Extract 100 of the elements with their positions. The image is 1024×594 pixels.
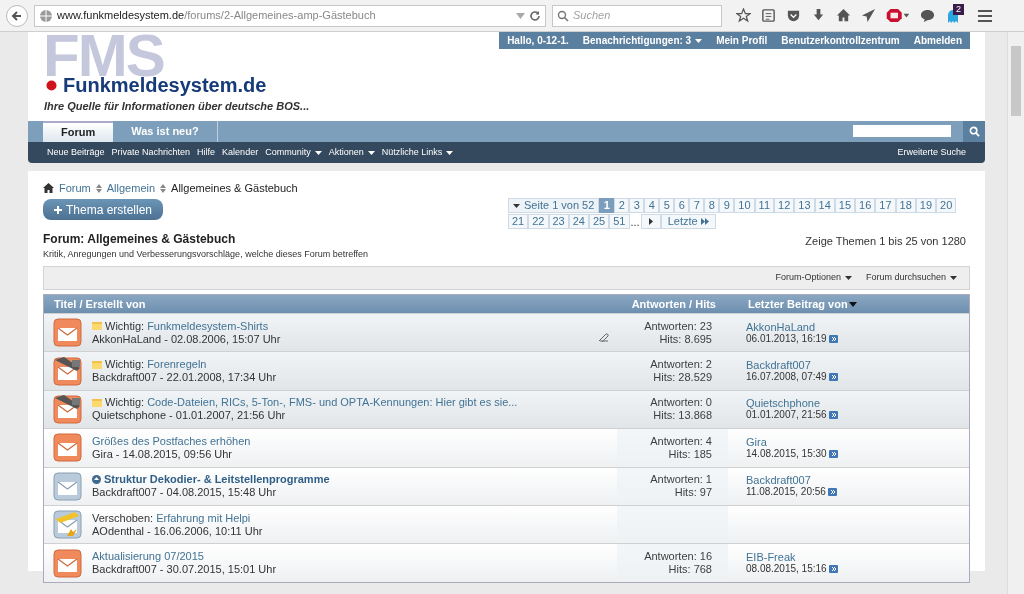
- page-link[interactable]: 25: [589, 214, 610, 229]
- page-jump-dropdown[interactable]: Seite 1 von 52: [508, 198, 600, 213]
- breadcrumb-link[interactable]: Allgemeines & Gästebuch: [171, 179, 298, 197]
- user-nav-link[interactable]: Benachrichtigungen: 3: [582, 33, 703, 48]
- last-page-link[interactable]: Letzte: [660, 214, 716, 229]
- breadcrumb-link[interactable]: Forum: [59, 179, 91, 197]
- thread-row[interactable]: Wichtig: Code-Dateien, RICs, 5-Ton-, FMS- und OPTA-Kennungen: Hier gibt es sie... Quietschphone - 01.01.2007, 21:56 Uhr Antworten: 0 Hits: 13.868 Quietschphone 01.01.2007, 21:56: [44, 389, 969, 429]
- first-unread-icon[interactable]: [92, 475, 101, 485]
- reply-count: Antworten: 1: [650, 473, 712, 487]
- sub-nav-link[interactable]: Community: [265, 145, 322, 160]
- caret-icon: [695, 38, 703, 43]
- forum-search-field[interactable]: [853, 125, 951, 137]
- menu-icon[interactable]: [977, 8, 993, 23]
- send-icon[interactable]: [861, 8, 876, 23]
- page-link[interactable]: 1: [599, 198, 615, 213]
- thread-title[interactable]: Code-Dateien, RICs, 5-Ton-, FMS- und OPTA-Kennungen: Hier gibt es sie...: [147, 396, 518, 410]
- thread-row[interactable]: Wichtig: Funkmeldesystem-Shirts AkkonHaLand - 02.08.2006, 15:07 Uhr Antworten: 23 Hits: 8.695 AkkonHaLand 06.01.2013, 16:19: [44, 313, 969, 352]
- nav-tab[interactable]: Forum: [43, 121, 114, 142]
- page-link[interactable]: 13: [794, 198, 815, 213]
- next-page-button[interactable]: [640, 214, 661, 229]
- go-to-post-icon[interactable]: [828, 449, 838, 458]
- page-link[interactable]: 16: [855, 198, 876, 213]
- last-poster-link[interactable]: Backdraft007: [746, 474, 837, 487]
- sub-nav-link[interactable]: Neue Beiträge: [47, 145, 105, 160]
- user-nav-link[interactable]: Hallo, 0-12-1.: [507, 33, 569, 48]
- thread-row[interactable]: Wichtig: Forenregeln Backdraft007 - 22.01.2008, 17:34 Uhr Antworten: 2 Hits: 28.529 Backdraft007 16.07.2008, 07:49: [44, 351, 969, 390]
- scrollbar-thumb[interactable]: [1011, 46, 1021, 116]
- home-icon[interactable]: [43, 183, 54, 193]
- search-field[interactable]: Suchen: [552, 4, 722, 27]
- user-nav-link[interactable]: Abmelden: [913, 33, 962, 48]
- last-poster-link[interactable]: Backdraft007: [746, 359, 838, 372]
- page-link[interactable]: 9: [719, 198, 735, 213]
- pocket-icon[interactable]: [786, 8, 801, 23]
- page-link[interactable]: 3: [629, 198, 645, 213]
- page-link[interactable]: 51: [609, 214, 630, 229]
- bullet-icon: [46, 79, 57, 91]
- last-poster-link[interactable]: Quietschphone: [746, 397, 838, 410]
- sub-nav-link[interactable]: Private Nachrichten: [111, 145, 191, 160]
- search-button[interactable]: [963, 121, 985, 142]
- go-to-post-icon[interactable]: [828, 411, 838, 420]
- sub-nav-link[interactable]: Aktionen: [328, 145, 375, 160]
- new-thread-button[interactable]: Thema erstellen: [43, 199, 164, 220]
- search-input[interactable]: Suchen: [573, 7, 717, 24]
- last-poster-link[interactable]: Gira: [746, 435, 838, 448]
- back-button[interactable]: [6, 4, 28, 27]
- column-header[interactable]: Titel / Erstellt von: [44, 295, 619, 313]
- adblock-icon[interactable]: [886, 8, 910, 23]
- thread-row[interactable]: Struktur Dekodier- & Leitstellenprogramme Backdraft007 - 04.08.2015, 15:48 Uhr Antworten: 1 Hits: 97 Backdraft007 11.08.2015, 20:56: [44, 466, 969, 505]
- options-menu[interactable]: Forum durchsuchen: [865, 271, 957, 285]
- reload-icon[interactable]: [529, 9, 541, 22]
- home-icon[interactable]: [836, 8, 851, 23]
- envelope-icon: [53, 547, 83, 579]
- column-header[interactable]: Letzter Beitrag von: [748, 295, 857, 313]
- envelope-icon: [53, 432, 83, 464]
- last-poster-link[interactable]: EIB-Freak: [746, 551, 838, 564]
- page-link[interactable]: 17: [875, 198, 896, 213]
- reading-list-icon[interactable]: [761, 8, 776, 23]
- breadcrumb-link[interactable]: Allgemein: [106, 179, 156, 197]
- thread-title[interactable]: Forenregeln: [147, 358, 207, 372]
- page-link[interactable]: 4: [644, 198, 660, 213]
- caret-icon: [446, 150, 454, 155]
- page-link[interactable]: 5: [659, 198, 675, 213]
- page-link[interactable]: 21: [508, 214, 529, 229]
- sub-nav-link[interactable]: Nützliche Links: [381, 145, 454, 160]
- thread-title[interactable]: Funkmeldesystem-Shirts: [147, 319, 269, 333]
- address-bar[interactable]: www.funkmeldesystem.de/forums/2-Allgemeines-amp-Gästebuch: [34, 4, 546, 27]
- thread-row[interactable]: Aktualisierung 07/2015 Backdraft007 - 30.07.2015, 15:01 Uhr Antworten: 16 Hits: 768 EIB-Freak 08.08.2015, 15:16: [44, 543, 969, 582]
- page-link[interactable]: 20: [936, 198, 957, 213]
- column-header[interactable]: Antworten / Hits: [619, 295, 716, 313]
- star-icon[interactable]: [736, 8, 751, 23]
- go-to-post-icon[interactable]: [828, 373, 838, 382]
- search-icon: [557, 9, 569, 22]
- thread-title[interactable]: Größes des Postfaches erhöhen: [92, 434, 251, 448]
- go-to-post-icon[interactable]: [827, 488, 837, 497]
- thread-title[interactable]: Aktualisierung 07/2015: [92, 550, 204, 564]
- go-to-post-icon[interactable]: [828, 565, 838, 574]
- page-link[interactable]: 8: [704, 198, 720, 213]
- page-link[interactable]: 10: [734, 198, 755, 213]
- options-menu[interactable]: Forum-Optionen: [775, 271, 852, 285]
- sub-nav-link[interactable]: Hilfe: [197, 145, 216, 160]
- moved-envelope-icon: [53, 509, 83, 541]
- sub-nav-link[interactable]: Kalender: [222, 145, 259, 160]
- go-to-post-icon[interactable]: [828, 334, 838, 343]
- thread-row[interactable]: Größes des Postfaches erhöhen Gira - 14.08.2015, 09:56 Uhr Antworten: 4 Hits: 185 Gira 14.08.2015, 15:30: [44, 428, 969, 467]
- chat-icon[interactable]: [920, 8, 935, 23]
- scrollbar[interactable]: [1007, 32, 1024, 594]
- page-link[interactable]: 12: [774, 198, 795, 213]
- thread-author: AkkonHaLand - 02.08.2006, 15:07 Uhr: [92, 332, 282, 346]
- page-link[interactable]: 7: [689, 198, 705, 213]
- page-link[interactable]: 2: [614, 198, 630, 213]
- thread-title[interactable]: Struktur Dekodier- & Leitstellenprogramme: [104, 473, 330, 487]
- thread-title[interactable]: Erfahrung mit Helpi: [156, 511, 251, 525]
- last-poster-link[interactable]: AkkonHaLand: [746, 320, 838, 333]
- folder-icon: [92, 398, 102, 407]
- user-nav-link[interactable]: Benutzerkontrollzentrum: [781, 33, 900, 48]
- user-nav-link[interactable]: Mein Profil: [716, 33, 768, 48]
- thread-row[interactable]: Verschoben: Erfahrung mit Helpi AOdenthal - 16.06.2006, 10:11 Uhr: [44, 504, 969, 544]
- page-link[interactable]: 6: [674, 198, 690, 213]
- page-link[interactable]: 22: [528, 214, 549, 229]
- advanced-search-link[interactable]: Erweiterte Suche: [897, 145, 966, 160]
